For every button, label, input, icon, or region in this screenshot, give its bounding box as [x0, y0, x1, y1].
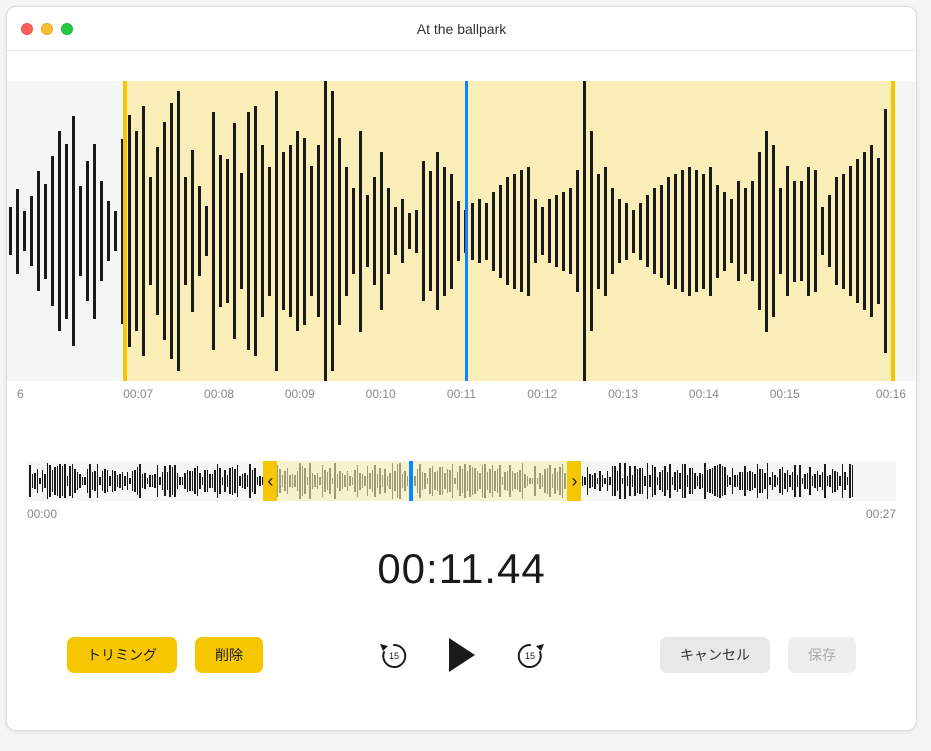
selection-handle-end[interactable]: [891, 81, 895, 381]
titlebar: At the ballpark: [7, 7, 916, 51]
ruler-tick: 00:10: [340, 387, 421, 421]
overview-area: ‹› 00:00 00:27: [27, 461, 896, 521]
overview-selection[interactable]: [270, 461, 574, 501]
overview-playhead[interactable]: [409, 461, 413, 501]
ruler-tick: 00:07: [98, 387, 179, 421]
selection-handle-start[interactable]: [123, 81, 127, 381]
svg-text:15: 15: [388, 651, 398, 661]
overview-end-time: 00:27: [866, 507, 896, 521]
overview-handle-start[interactable]: ‹: [263, 461, 277, 501]
overview-start-time: 00:00: [27, 507, 57, 521]
cancel-button[interactable]: キャンセル: [660, 637, 770, 673]
ruler-tick: 00:09: [259, 387, 340, 421]
main-waveform-area: 600:0700:0800:0900:1000:1100:1200:1300:1…: [7, 81, 916, 421]
trim-button[interactable]: トリミング: [67, 637, 177, 673]
time-ruler: 600:0700:0800:0900:1000:1100:1200:1300:1…: [7, 381, 916, 421]
transport-controls: 15 15: [376, 633, 548, 677]
delete-button[interactable]: 削除: [195, 637, 263, 673]
overview-times: 00:00 00:27: [27, 501, 896, 521]
play-button[interactable]: [440, 633, 484, 677]
ruler-tick: 00:12: [502, 387, 583, 421]
overview-handle-end[interactable]: ›: [567, 461, 581, 501]
close-icon[interactable]: [21, 23, 33, 35]
save-button[interactable]: 保存: [788, 637, 856, 673]
svg-text:15: 15: [524, 651, 534, 661]
ruler-tick: 00:08: [179, 387, 260, 421]
waveform-bars: [7, 81, 916, 381]
editor-window: At the ballpark 600:0700:0800:0900:1000:…: [6, 6, 917, 731]
minimize-icon[interactable]: [41, 23, 53, 35]
skip-back-15-button[interactable]: 15: [376, 637, 412, 673]
play-icon: [449, 638, 475, 672]
skip-forward-15-button[interactable]: 15: [512, 637, 548, 673]
ruler-tick: 00:11: [421, 387, 502, 421]
playhead[interactable]: [465, 81, 468, 381]
controls-bar: トリミング 削除 15 15 キャンセル: [7, 633, 916, 707]
waveform-canvas[interactable]: [7, 81, 916, 381]
skip-forward-15-icon: 15: [515, 640, 545, 670]
ruler-tick: 6: [17, 387, 98, 421]
window-title: At the ballpark: [19, 21, 904, 37]
ruler-tick: 00:16: [825, 387, 906, 421]
ruler-tick: 00:15: [744, 387, 825, 421]
ruler-tick: 00:14: [664, 387, 745, 421]
current-time: 00:11.44: [7, 545, 916, 593]
ruler-tick: 00:13: [583, 387, 664, 421]
overview-waveform[interactable]: ‹›: [27, 461, 896, 501]
window-controls: [21, 23, 73, 35]
skip-back-15-icon: 15: [379, 640, 409, 670]
maximize-icon[interactable]: [61, 23, 73, 35]
